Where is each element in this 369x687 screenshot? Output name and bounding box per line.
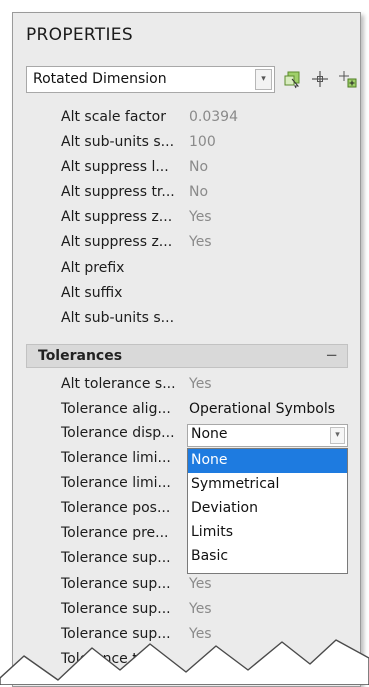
torn-edge-decoration bbox=[0, 639, 369, 685]
property-label: Alt scale factor bbox=[61, 109, 166, 125]
property-label: Tolerance alig... bbox=[61, 401, 171, 417]
property-row[interactable]: Alt sub-units s... bbox=[13, 309, 360, 330]
property-value[interactable]: 0.0394 bbox=[189, 109, 238, 125]
property-label: Alt suppress z... bbox=[61, 209, 173, 225]
property-label: Alt suffix bbox=[61, 285, 123, 301]
property-row[interactable]: Alt prefix bbox=[13, 259, 360, 280]
property-row[interactable]: Alt sub-units s... 100 bbox=[13, 133, 360, 154]
property-row[interactable]: Alt suppress z... Yes bbox=[13, 233, 360, 254]
property-label: Tolerance disp... bbox=[61, 425, 175, 441]
tolerance-display-options[interactable]: None Symmetrical Deviation Limits Basic bbox=[187, 448, 348, 574]
property-label: Tolerance limi... bbox=[61, 450, 171, 466]
property-label: Alt sub-units s... bbox=[61, 134, 175, 150]
property-row[interactable]: Alt scale factor 0.0394 bbox=[13, 108, 360, 129]
dropdown-option[interactable]: Symmetrical bbox=[188, 473, 347, 497]
property-label: Tolerance sup... bbox=[61, 550, 171, 566]
chevron-down-icon[interactable]: ▾ bbox=[255, 69, 272, 90]
property-row[interactable]: Alt suppress z... Yes bbox=[13, 208, 360, 229]
object-type-select[interactable]: Rotated Dimension ▾ bbox=[26, 66, 275, 93]
property-value[interactable]: 100 bbox=[189, 134, 216, 150]
property-label: Tolerance sup... bbox=[61, 576, 171, 592]
property-value[interactable]: No bbox=[189, 159, 208, 175]
property-label: Tolerance limi... bbox=[61, 475, 171, 491]
property-row[interactable]: Tolerance sup... Yes bbox=[13, 575, 360, 596]
quick-select-icon[interactable] bbox=[283, 69, 303, 89]
toggle-pickadd-icon[interactable] bbox=[338, 69, 358, 89]
property-row-tolerance-display[interactable]: Tolerance disp... None ▾ bbox=[13, 424, 360, 447]
dropdown-option[interactable]: Deviation bbox=[188, 497, 347, 521]
property-value[interactable]: Yes bbox=[189, 234, 212, 250]
property-label: Alt suppress z... bbox=[61, 234, 173, 250]
chevron-down-icon[interactable]: ▾ bbox=[330, 427, 345, 444]
dropdown-option[interactable]: Limits bbox=[188, 521, 347, 545]
property-value[interactable]: Yes bbox=[189, 376, 212, 392]
properties-panel: PROPERTIES Rotated Dimension ▾ Alt scale… bbox=[12, 12, 361, 687]
object-type-value: Rotated Dimension bbox=[33, 71, 167, 87]
property-row[interactable]: Alt suppress tr... No bbox=[13, 183, 360, 204]
property-label: Tolerance pos... bbox=[61, 500, 171, 516]
property-label: Alt suppress l... bbox=[61, 159, 169, 175]
property-label: Alt prefix bbox=[61, 260, 125, 276]
tolerance-display-select[interactable]: None ▾ bbox=[187, 424, 348, 447]
property-row[interactable]: Alt tolerance s... Yes bbox=[13, 375, 360, 396]
collapse-icon[interactable]: − bbox=[325, 346, 338, 364]
dropdown-option[interactable]: None bbox=[188, 449, 347, 473]
property-row[interactable]: Alt suffix bbox=[13, 284, 360, 305]
select-objects-icon[interactable] bbox=[310, 69, 330, 89]
property-label: Alt tolerance s... bbox=[61, 376, 176, 392]
property-value[interactable]: No bbox=[189, 184, 208, 200]
panel-title: PROPERTIES bbox=[26, 25, 133, 45]
property-value[interactable]: Yes bbox=[189, 576, 212, 592]
property-row[interactable]: Tolerance alig... Operational Symbols bbox=[13, 400, 360, 421]
property-value[interactable]: Operational Symbols bbox=[189, 401, 335, 417]
property-row[interactable]: Alt suppress l... No bbox=[13, 158, 360, 179]
property-label: Alt suppress tr... bbox=[61, 184, 175, 200]
section-header-tolerances[interactable]: Tolerances − bbox=[26, 344, 348, 368]
property-label: Alt sub-units s... bbox=[61, 310, 175, 326]
dropdown-option[interactable]: Basic bbox=[188, 545, 347, 569]
section-title: Tolerances bbox=[38, 348, 123, 364]
tolerance-display-value: None bbox=[191, 426, 228, 442]
property-label: Tolerance pre... bbox=[61, 525, 169, 541]
property-value[interactable]: Yes bbox=[189, 209, 212, 225]
